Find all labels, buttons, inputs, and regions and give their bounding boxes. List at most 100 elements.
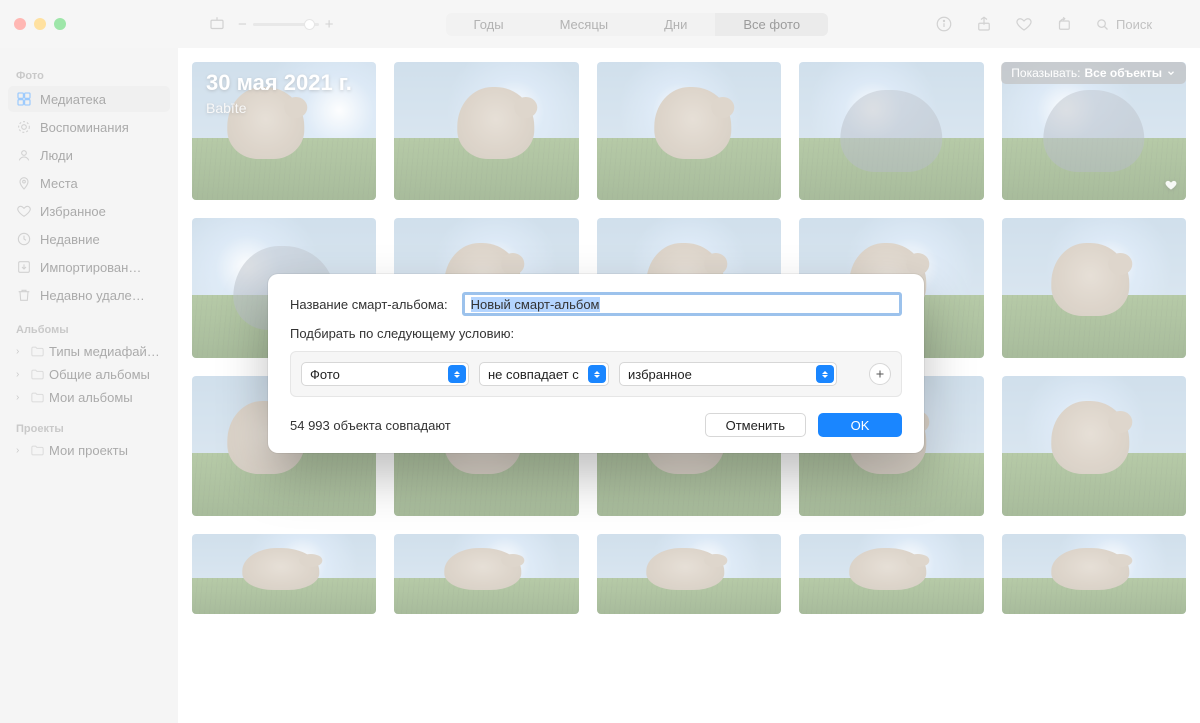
- favorite-heart-icon: [1164, 178, 1178, 192]
- places-icon: [16, 175, 32, 191]
- sidebar-group-shared-albums[interactable]: › Общие альбомы: [8, 363, 170, 386]
- seg-years[interactable]: Годы: [446, 13, 532, 36]
- photos-library-icon: [16, 91, 32, 107]
- zoom-track[interactable]: [253, 23, 319, 26]
- heart-icon: [16, 203, 32, 219]
- folder-icon: [30, 443, 45, 458]
- search-input[interactable]: [1116, 17, 1186, 32]
- sidebar: Фото Медиатека Воспоминания Люди Места И…: [0, 48, 178, 723]
- sidebar-section-albums: Альбомы: [8, 320, 170, 340]
- add-criteria-button[interactable]: [869, 363, 891, 385]
- plus-icon: [874, 368, 886, 380]
- seg-days[interactable]: Дни: [636, 13, 715, 36]
- sidebar-group-my-projects[interactable]: › Мои проекты: [8, 439, 170, 462]
- photo-thumbnail[interactable]: [1002, 376, 1186, 516]
- photo-thumbnail[interactable]: [394, 62, 578, 200]
- sidebar-group-label: Общие альбомы: [49, 367, 150, 382]
- criteria-operator-dropdown[interactable]: не совпадает с: [479, 362, 609, 386]
- sidebar-item-label: Импортирован…: [40, 260, 141, 275]
- condition-label: Подбирать по следующему условию:: [290, 326, 902, 341]
- moment-date: 30 мая 2021 г.: [206, 70, 352, 96]
- maximize-window-button[interactable]: [54, 18, 66, 30]
- seg-months[interactable]: Месяцы: [532, 13, 637, 36]
- criteria-row: Фото не совпадает с избранное: [290, 351, 902, 397]
- photo-thumbnail[interactable]: [192, 534, 376, 614]
- toolbar-right: [935, 15, 1186, 33]
- photo-thumbnail[interactable]: [799, 534, 983, 614]
- app-window: − + Годы Месяцы Дни Все фото: [0, 0, 1200, 723]
- sidebar-item-label: Недавние: [40, 232, 100, 247]
- sidebar-item-label: Люди: [40, 148, 73, 163]
- sidebar-item-memories[interactable]: Воспоминания: [8, 114, 170, 140]
- show-filter-value: Все объекты: [1085, 66, 1162, 80]
- sidebar-item-people[interactable]: Люди: [8, 142, 170, 168]
- dropdown-stepper-icon: [816, 365, 834, 383]
- ok-button[interactable]: OK: [818, 413, 902, 437]
- sidebar-item-label: Места: [40, 176, 78, 191]
- chevron-right-icon: ›: [16, 346, 26, 357]
- rotate-icon[interactable]: [1055, 15, 1073, 33]
- chevron-right-icon: ›: [16, 392, 26, 403]
- sidebar-item-library[interactable]: Медиатека: [8, 86, 170, 112]
- sidebar-item-recents[interactable]: Недавние: [8, 226, 170, 252]
- info-icon[interactable]: [935, 15, 953, 33]
- sidebar-group-label: Типы медиафай…: [49, 344, 160, 359]
- zoom-slider[interactable]: − +: [238, 16, 334, 33]
- criteria-operator-value: не совпадает с: [488, 367, 579, 382]
- clock-icon: [16, 231, 32, 247]
- folder-icon: [30, 367, 45, 382]
- moment-place: Babīte: [206, 100, 352, 116]
- search-field[interactable]: [1095, 17, 1186, 32]
- sidebar-group-label: Мои проекты: [49, 443, 128, 458]
- sidebar-section-photos: Фото: [8, 66, 170, 86]
- sidebar-item-label: Недавно удале…: [40, 288, 145, 303]
- chevron-right-icon: ›: [16, 445, 26, 456]
- album-name-input[interactable]: Новый смарт-альбом: [462, 292, 902, 316]
- chevron-down-icon: [1166, 68, 1176, 78]
- favorite-icon[interactable]: [1015, 15, 1033, 33]
- trash-icon: [16, 287, 32, 303]
- smart-album-dialog: Название смарт-альбома: Новый смарт-альб…: [268, 274, 924, 453]
- sidebar-item-favorites[interactable]: Избранное: [8, 198, 170, 224]
- zoom-thumb[interactable]: [304, 19, 315, 30]
- sidebar-section-projects: Проекты: [8, 419, 170, 439]
- aspect-toggle-icon[interactable]: [208, 15, 226, 33]
- close-window-button[interactable]: [14, 18, 26, 30]
- photo-thumbnail[interactable]: [394, 534, 578, 614]
- memories-icon: [16, 119, 32, 135]
- search-icon: [1095, 17, 1110, 32]
- minimize-window-button[interactable]: [34, 18, 46, 30]
- show-filter-label: Показывать:: [1011, 66, 1080, 80]
- photo-thumbnail[interactable]: [597, 62, 781, 200]
- sidebar-item-label: Медиатека: [40, 92, 106, 107]
- cancel-button[interactable]: Отменить: [705, 413, 806, 437]
- people-icon: [16, 147, 32, 163]
- sidebar-group-my-albums[interactable]: › Мои альбомы: [8, 386, 170, 409]
- criteria-field-dropdown[interactable]: Фото: [301, 362, 469, 386]
- show-filter-pill[interactable]: Показывать: Все объекты: [1001, 62, 1186, 84]
- dropdown-stepper-icon: [448, 365, 466, 383]
- sidebar-item-imports[interactable]: Импортирован…: [8, 254, 170, 280]
- zoom-out-label[interactable]: −: [238, 16, 247, 33]
- album-name-value: Новый смарт-альбом: [471, 297, 600, 312]
- sidebar-group-media-types[interactable]: › Типы медиафай…: [8, 340, 170, 363]
- criteria-field-value: Фото: [310, 367, 340, 382]
- match-count: 54 993 объекта совпадают: [290, 418, 451, 433]
- photo-thumbnail[interactable]: [1002, 218, 1186, 358]
- folder-icon: [30, 390, 45, 405]
- toolbar: − + Годы Месяцы Дни Все фото: [0, 0, 1200, 48]
- seg-all-photos[interactable]: Все фото: [715, 13, 828, 36]
- share-icon[interactable]: [975, 15, 993, 33]
- criteria-value-dropdown[interactable]: избранное: [619, 362, 837, 386]
- folder-icon: [30, 344, 45, 359]
- photo-thumbnail[interactable]: [597, 534, 781, 614]
- zoom-in-label[interactable]: +: [325, 16, 334, 33]
- sidebar-item-places[interactable]: Места: [8, 170, 170, 196]
- import-icon: [16, 259, 32, 275]
- photo-thumbnail[interactable]: [799, 62, 983, 200]
- sidebar-item-label: Избранное: [40, 204, 106, 219]
- moment-header: 30 мая 2021 г. Babīte: [206, 70, 352, 116]
- sidebar-item-recently-deleted[interactable]: Недавно удале…: [8, 282, 170, 308]
- photo-thumbnail[interactable]: [1002, 534, 1186, 614]
- chevron-right-icon: ›: [16, 369, 26, 380]
